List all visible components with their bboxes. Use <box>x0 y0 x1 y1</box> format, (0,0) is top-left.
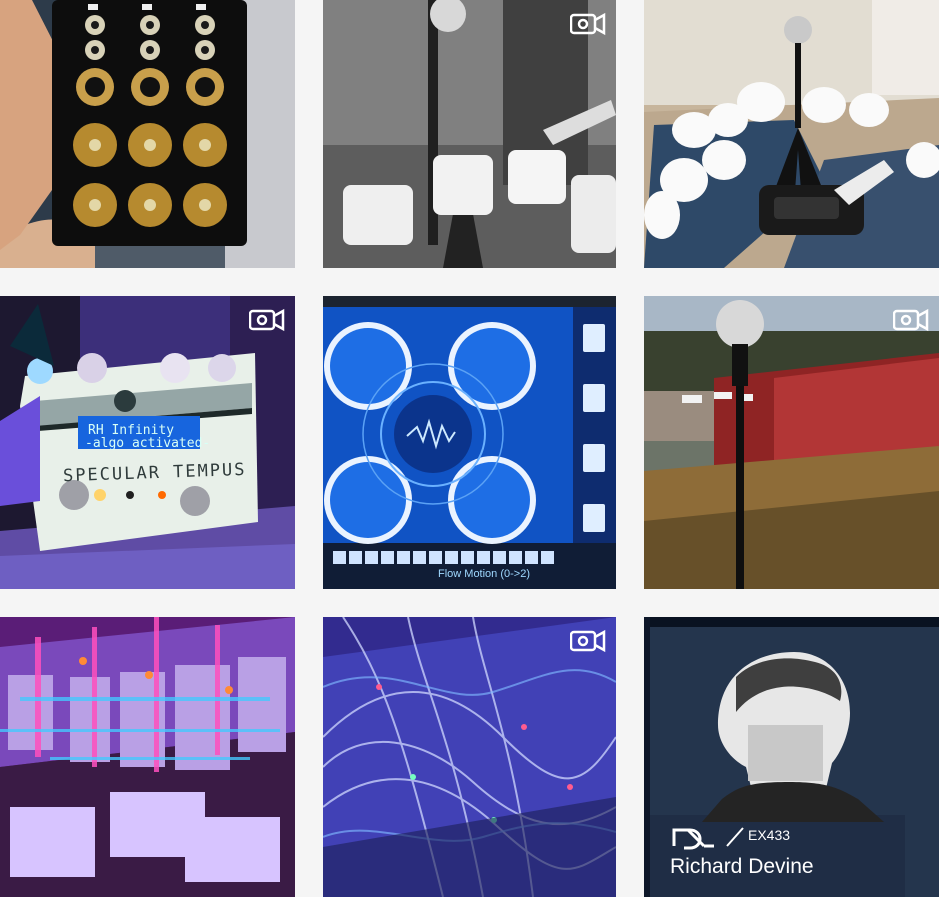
grid-tile-crystal-bowls-bw[interactable] <box>323 0 616 268</box>
eurorack-module-image <box>0 0 295 268</box>
slash-divider-icon <box>726 827 744 847</box>
grid-tile-specular-tempus[interactable]: RH Infinity -algo activated- SPECULAR TE… <box>0 296 295 589</box>
flow-motion-caption: Flow Motion (0->2) <box>438 568 531 580</box>
video-camera-icon <box>570 12 606 36</box>
resident-advisor-logo-icon <box>672 828 714 850</box>
flow-motion-ui-image <box>323 296 616 589</box>
grid-tile-modular-wall[interactable] <box>0 617 295 897</box>
exchange-code: EX433 <box>748 827 791 843</box>
purple-cables-image <box>323 617 616 897</box>
grid-tile-mic-on-hay-bale[interactable] <box>644 296 939 589</box>
pedal-lcd-line-2: -algo activated- <box>85 436 211 451</box>
instagram-photo-grid: RH Infinity -algo activated- SPECULAR TE… <box>0 0 939 897</box>
modular-wall-image <box>0 617 295 897</box>
crystal-bowls-recorder-image <box>644 0 939 268</box>
grid-tile-purple-cables[interactable] <box>323 617 616 897</box>
grid-tile-eurorack-module[interactable] <box>0 0 295 268</box>
crystal-bowls-bw-image <box>323 0 616 268</box>
grid-tile-flow-motion-ui[interactable]: Flow Motion (0->2) <box>323 296 616 589</box>
grid-tile-ra-exchange-portrait[interactable]: EX433 Richard Devine <box>644 617 939 897</box>
grid-tile-crystal-bowls-recorder[interactable] <box>644 0 939 268</box>
artist-name: Richard Devine <box>670 855 814 878</box>
video-camera-icon <box>570 629 606 653</box>
video-camera-icon <box>893 308 929 332</box>
video-camera-icon <box>249 308 285 332</box>
mic-on-hay-bale-image <box>644 296 939 589</box>
